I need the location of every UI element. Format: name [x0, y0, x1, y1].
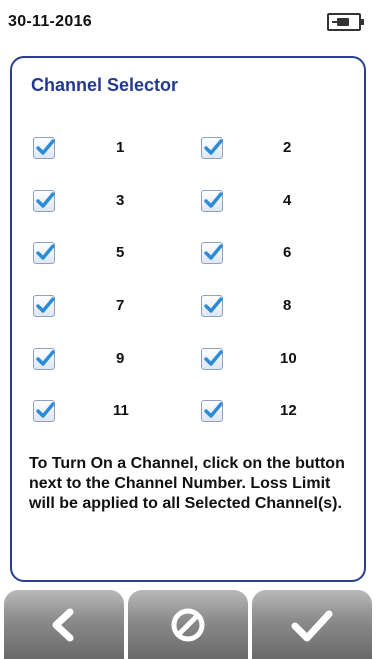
channel-10-label: 10 [280, 350, 297, 367]
channel-8-label: 8 [283, 297, 292, 314]
panel-title: Channel Selector [31, 75, 179, 95]
channel-6-checkbox[interactable] [201, 242, 223, 264]
date-label: 30-11-2016 [8, 13, 92, 30]
confirm-button[interactable] [252, 590, 372, 659]
channel-9-checkbox[interactable] [33, 348, 55, 370]
channel-11-checkbox[interactable] [33, 400, 55, 422]
channel-10-checkbox[interactable] [201, 348, 223, 370]
channel-1-label: 1 [116, 139, 125, 156]
chevron-left-icon [52, 608, 74, 641]
channel-8-checkbox[interactable] [201, 295, 223, 317]
channel-2-label: 2 [283, 139, 292, 156]
status-bar: 30-11-2016 [0, 0, 377, 44]
cancel-button[interactable] [128, 590, 248, 659]
channel-1-checkbox[interactable] [33, 137, 55, 159]
back-button[interactable] [4, 590, 124, 659]
channel-2-checkbox[interactable] [201, 137, 223, 159]
channel-5-checkbox[interactable] [33, 242, 55, 264]
channel-selector-panel: Channel Selector 1 2 3 4 5 6 7 8 9 10 11… [10, 56, 366, 582]
channel-3-checkbox[interactable] [33, 190, 55, 212]
channel-7-label: 7 [116, 297, 125, 314]
channel-12-label: 12 [280, 402, 297, 419]
channel-5-label: 5 [116, 244, 125, 261]
channel-4-label: 4 [283, 192, 292, 209]
cancel-icon [171, 608, 205, 641]
instruction-text: To Turn On a Channel, click on the butto… [29, 455, 345, 512]
channel-7-checkbox[interactable] [33, 295, 55, 317]
channel-3-label: 3 [116, 192, 125, 209]
channel-6-label: 6 [283, 244, 292, 261]
check-icon [291, 610, 333, 641]
battery-charging-icon [327, 13, 364, 31]
channel-12-checkbox[interactable] [201, 400, 223, 422]
channel-11-label: 11 [113, 402, 129, 419]
bottom-toolbar [0, 586, 377, 659]
channel-4-checkbox[interactable] [201, 190, 223, 212]
channel-9-label: 9 [116, 350, 125, 367]
